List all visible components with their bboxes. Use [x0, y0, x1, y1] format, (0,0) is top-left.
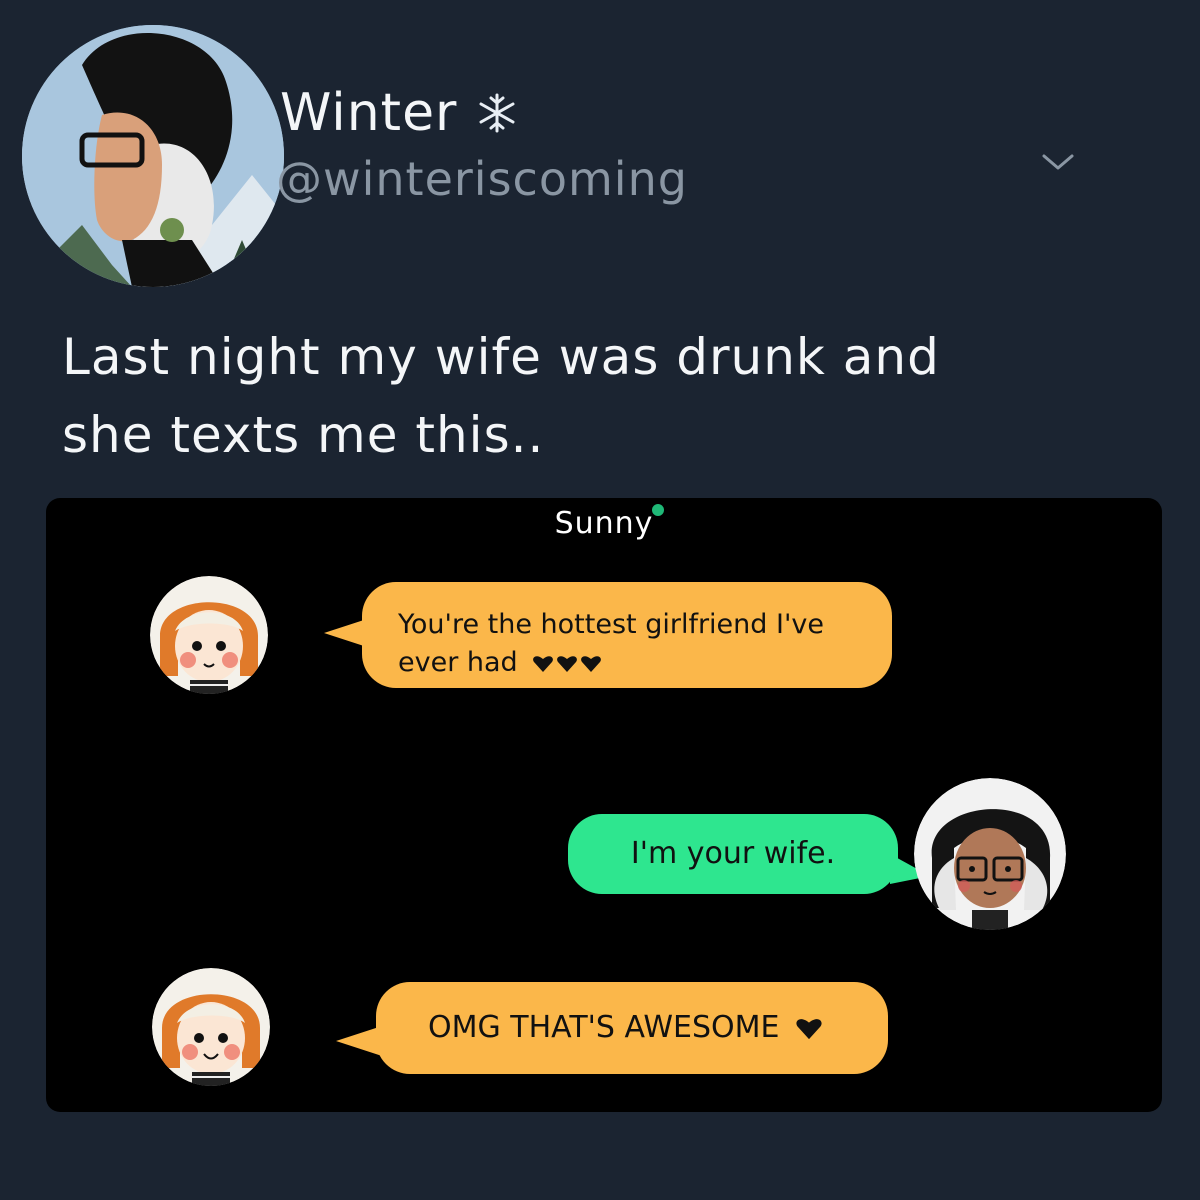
message-text-line: ever had	[398, 647, 518, 678]
sunny-avatar-illustration	[150, 576, 268, 694]
chat-header: Sunny	[46, 506, 1162, 550]
heart-icon	[581, 655, 602, 672]
tweet-text-line: Last night my wife was drunk and	[62, 328, 940, 386]
display-name[interactable]: Winter	[280, 83, 457, 143]
message-text: OMG THAT'S AWESOME	[428, 1010, 780, 1045]
message-bubble-incoming[interactable]: OMG THAT'S AWESOME	[376, 982, 888, 1074]
tweet-text: Last night my wife was drunk and she tex…	[62, 318, 1062, 474]
heart-icon	[557, 655, 578, 672]
sunny-avatar	[150, 576, 268, 694]
author-name-row: Winter	[280, 78, 517, 148]
author-handle[interactable]: @winteriscoming	[276, 152, 688, 206]
hearts-group	[795, 1017, 823, 1041]
online-status-dot	[652, 504, 664, 516]
winter-avatar	[914, 778, 1066, 930]
tweet-media-chat-screenshot[interactable]: Sunny You're the hottest girlfriend I've…	[46, 498, 1162, 1112]
message-text-line: ever had	[398, 644, 892, 682]
message-text-line: You're the hottest girlfriend I've	[398, 609, 824, 640]
heart-icon	[796, 1018, 822, 1039]
chat-contact-name: Sunny	[554, 506, 654, 541]
sunny-avatar-illustration	[152, 968, 270, 1086]
sunny-avatar	[152, 968, 270, 1086]
heart-icon	[533, 655, 554, 672]
message-bubble-incoming[interactable]: You're the hottest girlfriend I've ever …	[362, 582, 892, 688]
hearts-group	[532, 655, 602, 673]
winter-avatar-illustration	[914, 778, 1066, 930]
message-bubble-outgoing[interactable]: I'm your wife.	[568, 814, 898, 894]
profile-avatar-illustration	[22, 25, 284, 287]
snowflake-icon	[479, 93, 515, 133]
tweet-text-line: she texts me this..	[62, 406, 545, 464]
profile-avatar[interactable]	[22, 25, 284, 287]
chevron-down-icon[interactable]	[1040, 150, 1076, 174]
